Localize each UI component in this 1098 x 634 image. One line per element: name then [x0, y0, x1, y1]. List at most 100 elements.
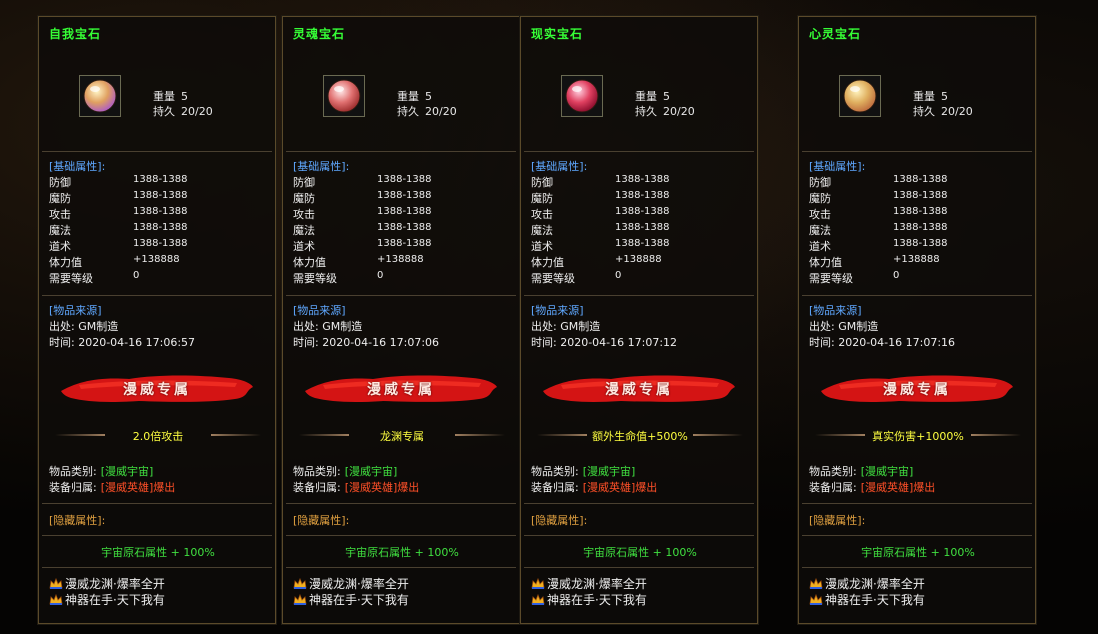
attribute-row: 道术 1388-1388: [49, 238, 269, 254]
item-origin: 出处: GM制造: [809, 320, 879, 333]
attribute-name: 防御: [293, 176, 315, 189]
banner-text: 漫威专属: [123, 382, 191, 398]
durability-label: 持久: [397, 105, 419, 118]
divider: [286, 535, 516, 536]
attribute-value: +138888: [377, 254, 424, 265]
durability-value: 20/20: [941, 105, 973, 118]
item-time: 时间: 2020-04-16 17:07:16: [809, 336, 956, 349]
attribute-name: 需要等级: [531, 272, 575, 285]
item-belong-label: 装备归属:: [49, 481, 97, 494]
attribute-row: 魔防 1388-1388: [809, 190, 1029, 206]
attribute-row: 魔防 1388-1388: [293, 190, 513, 206]
divider: [524, 295, 754, 296]
footer-slogan-2-text: 神器在手·天下我有: [309, 593, 409, 607]
item-category-label: 物品类别:: [49, 465, 97, 478]
special-feature-row: 额外生命值+500%: [537, 428, 743, 444]
basic-attributes-header: [基础属性]:: [531, 160, 588, 173]
hidden-attribute-value: 宇宙原石属性 + 100%: [583, 546, 697, 559]
attribute-row: 魔法 1388-1388: [809, 222, 1029, 238]
attribute-name: 体力值: [49, 256, 82, 269]
attribute-name: 道术: [49, 240, 71, 253]
item-tooltip-panel: 灵魂宝石 重量 5 持久 20/20 [基础属性]: 防御 1388-1388 魔防 1388-1…: [281, 15, 521, 625]
durability-line: 持久 20/20: [153, 103, 213, 119]
basic-attributes-header: [基础属性]:: [809, 160, 866, 173]
gem-icon: [843, 79, 877, 113]
attribute-value: 0: [133, 270, 140, 281]
item-title: 现实宝石: [531, 27, 584, 41]
item-category-label: 物品类别:: [809, 465, 857, 478]
item-category-value: [漫威宇宙]: [582, 465, 636, 478]
item-category-label: 物品类别:: [293, 465, 341, 478]
attribute-value: 1388-1388: [893, 238, 948, 249]
attribute-value: 1388-1388: [133, 174, 188, 185]
item-time: 时间: 2020-04-16 17:07:06: [293, 336, 440, 349]
item-icon-slot: [561, 75, 603, 117]
item-tooltip-panel: 自我宝石 重量 5 持久 20/20 [基础属性]: 防御 1388-1388 魔防 1388-1…: [37, 15, 277, 625]
attribute-value: 0: [377, 270, 384, 281]
attribute-value: 1388-1388: [377, 222, 432, 233]
crown-icon: [531, 594, 545, 605]
item-time: 时间: 2020-04-16 17:07:12: [531, 336, 678, 349]
attribute-name: 魔防: [49, 192, 71, 205]
item-belong-row: 装备归属: [漫威英雄]爆出: [809, 479, 935, 495]
attribute-name: 攻击: [293, 208, 315, 221]
attribute-value: 1388-1388: [893, 174, 948, 185]
exclusive-banner: 漫威专属: [59, 369, 255, 409]
attribute-name: 需要等级: [293, 272, 337, 285]
divider: [42, 295, 272, 296]
footer-slogan-2: 神器在手·天下我有: [531, 591, 647, 608]
crown-icon: [531, 578, 545, 589]
item-origin: 出处: GM制造: [531, 320, 601, 333]
crown-icon: [809, 594, 823, 605]
item-belong-label: 装备归属:: [531, 481, 579, 494]
attribute-value: 1388-1388: [615, 190, 670, 201]
special-feature-text: 额外生命值+500%: [592, 430, 688, 443]
gem-icon: [565, 79, 599, 113]
attribute-row: 魔法 1388-1388: [293, 222, 513, 238]
crown-icon: [293, 578, 307, 589]
footer-slogan-1-text: 漫威龙渊·爆率全开: [825, 577, 925, 591]
attribute-value: 1388-1388: [615, 206, 670, 217]
attribute-row: 体力值 +138888: [49, 254, 269, 270]
attribute-row: 魔法 1388-1388: [49, 222, 269, 238]
attribute-row: 体力值 +138888: [293, 254, 513, 270]
item-belong-label: 装备归属:: [809, 481, 857, 494]
item-category-value: [漫威宇宙]: [344, 465, 398, 478]
divider: [524, 535, 754, 536]
divider: [42, 151, 272, 152]
weight-line: 重量 5: [397, 88, 432, 104]
attribute-row: 防御 1388-1388: [49, 174, 269, 190]
banner-text: 漫威专属: [367, 382, 435, 398]
divider: [802, 503, 1032, 504]
gem-icon: [327, 79, 361, 113]
attribute-row: 魔防 1388-1388: [531, 190, 751, 206]
special-feature-row: 真实伤害+1000%: [815, 428, 1021, 444]
divider: [524, 151, 754, 152]
attribute-value: 1388-1388: [133, 222, 188, 233]
attribute-value: 1388-1388: [893, 206, 948, 217]
attribute-value: 1388-1388: [377, 190, 432, 201]
attribute-value: 1388-1388: [615, 238, 670, 249]
attribute-name: 防御: [809, 176, 831, 189]
attribute-value: 1388-1388: [377, 206, 432, 217]
durability-line: 持久 20/20: [635, 103, 695, 119]
item-source-header: [物品来源]: [531, 304, 584, 317]
attribute-row: 攻击 1388-1388: [809, 206, 1029, 222]
item-source-header: [物品来源]: [293, 304, 346, 317]
attribute-row: 防御 1388-1388: [293, 174, 513, 190]
attribute-name: 魔防: [809, 192, 831, 205]
attribute-value: 1388-1388: [377, 238, 432, 249]
durability-label: 持久: [153, 105, 175, 118]
divider: [802, 535, 1032, 536]
attribute-name: 攻击: [531, 208, 553, 221]
footer-slogan-2: 神器在手·天下我有: [809, 591, 925, 608]
attribute-value: 1388-1388: [893, 222, 948, 233]
hidden-attributes-header: [隐藏属性]:: [49, 514, 106, 527]
footer-slogan-2-text: 神器在手·天下我有: [825, 593, 925, 607]
basic-attributes-header: [基础属性]:: [293, 160, 350, 173]
attribute-name: 需要等级: [49, 272, 93, 285]
item-category-row: 物品类别: [漫威宇宙]: [293, 463, 397, 479]
attribute-name: 魔防: [531, 192, 553, 205]
attribute-row: 需要等级 0: [49, 270, 269, 286]
attribute-name: 体力值: [293, 256, 326, 269]
